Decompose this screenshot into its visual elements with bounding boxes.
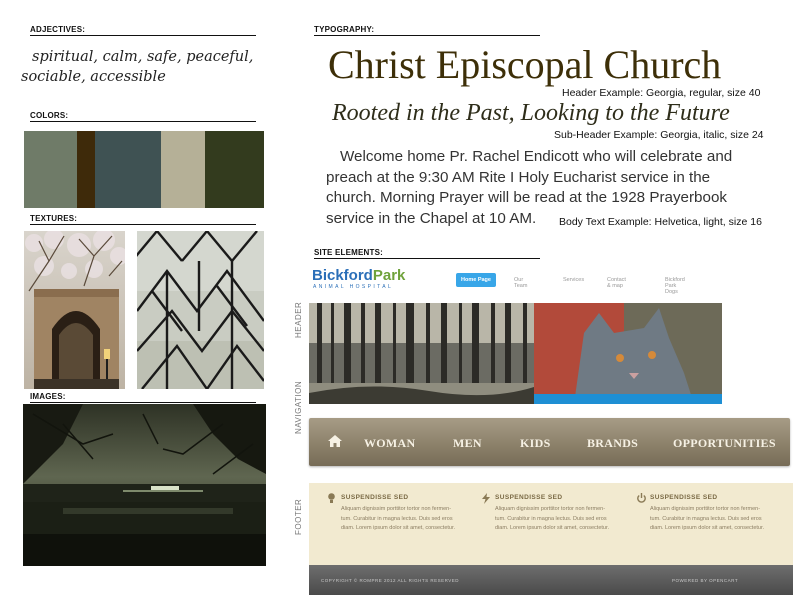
body-example-note: Body Text Example: Helvetica, light, siz… (559, 216, 762, 228)
footer-col-1-title: SUSPENDISSE SED (341, 494, 409, 501)
typography-label: TYPOGRAPHY: (314, 25, 375, 34)
side-label-navigation: NAVIGATION (294, 380, 303, 434)
power-icon (637, 493, 646, 503)
footer-col-3-line-3: diam. Lorem ipsum dolor sit amet, consec… (650, 525, 765, 531)
footer-col-2-line-2: tum. Curabitur in magna lectus. Duis sed… (495, 515, 607, 522)
footer-col-2-title: SUSPENDISSE SED (495, 494, 563, 501)
footer-example: SUSPENDISSE SED Aliquam dignissim portti… (309, 483, 793, 565)
logo-word-bickford: Bickford (312, 267, 373, 284)
color-swatch-stone (161, 131, 205, 208)
footer-col-3-title: SUSPENDISSE SED (650, 494, 718, 501)
nav-services[interactable]: Services (563, 277, 584, 283)
brand-navigation-bar: WOMAN MEN KIDS BRANDS OPPORTUNITIES (309, 418, 790, 466)
subheader-example-text: Rooted in the Past, Looking to the Futur… (332, 100, 730, 126)
body-example-line-2: preach at the 9:30 AM Rite I Holy Euchar… (326, 168, 711, 186)
footer-col-1-line-3: diam. Lorem ipsum dolor sit amet, consec… (341, 525, 456, 531)
footer-powered-by[interactable]: POWERED BY OPENCART (672, 578, 738, 583)
color-swatch-sage (24, 131, 77, 208)
header-cat-photo (534, 303, 722, 404)
images-rule (30, 402, 256, 403)
adjectives-line-1: spiritual, calm, safe, peaceful, (32, 49, 254, 65)
footer-col-2-text: Aliquam dignissim porttitor tortor non f… (495, 505, 610, 534)
nav-bickford-park-dogs[interactable]: Bickford Park Dogs (665, 277, 685, 295)
body-example-line-1: Welcome home Pr. Rachel Endicott who wil… (340, 148, 733, 165)
lightning-icon (482, 493, 490, 504)
footer-col-3-text: Aliquam dignissim porttitor tortor non f… (650, 505, 765, 534)
adjectives-line-2: sociable, accessible (21, 69, 166, 85)
colors-rule (30, 121, 256, 122)
nav-item-brands[interactable]: BRANDS (587, 436, 638, 451)
nav-contact-map[interactable]: Contact & map (607, 277, 626, 289)
footer-col-3-line-1: Aliquam dignissim porttitor tortor non f… (650, 506, 761, 512)
footer-copyright: COPYRIGHT © ROMPRE 2012 ALL RIGHTS RESER… (321, 578, 460, 583)
bickford-park-logo: BickfordPark (312, 267, 405, 284)
header-example-note: Header Example: Georgia, regular, size 4… (562, 87, 761, 99)
texture-leaded-glass-image (137, 231, 264, 389)
footer-col-2-line-3: diam. Lorem ipsum dolor sit amet, consec… (495, 525, 610, 531)
colors-label: COLORS: (30, 111, 69, 120)
adjectives-rule (30, 35, 256, 36)
body-example-line-4: service in the Chapel at 10 AM. (326, 209, 537, 227)
footer-col-1-line-1: Aliquam dignissim porttitor tortor non f… (341, 506, 452, 512)
images-label: IMAGES: (30, 392, 66, 401)
header-example-text: Christ Episcopal Church (328, 42, 722, 87)
body-example-line-3: church. Morning Prayer will be read at t… (326, 189, 727, 206)
textures-label: TEXTURES: (30, 214, 78, 223)
typography-rule (314, 35, 540, 36)
site-elements-label: SITE ELEMENTS: (314, 248, 384, 257)
logo-subtitle: ANIMAL HOSPITAL (313, 284, 394, 290)
logo-word-park: Park (372, 267, 406, 284)
nav-item-men[interactable]: MEN (453, 436, 482, 451)
images-night-river-photo (23, 404, 266, 566)
nav-item-kids[interactable]: KIDS (520, 436, 551, 451)
color-swatch-brown (77, 131, 95, 208)
side-label-header: HEADER (294, 301, 303, 338)
footer-copyright-bar: COPYRIGHT © ROMPRE 2012 ALL RIGHTS RESER… (309, 565, 793, 595)
subheader-example-note: Sub-Header Example: Georgia, italic, siz… (554, 129, 764, 141)
texture-stone-archway-image (24, 231, 125, 389)
nav-home-label: Home Page (461, 277, 491, 283)
side-label-footer: FOOTER (294, 498, 303, 535)
home-icon[interactable] (328, 435, 342, 447)
textures-rule (30, 224, 256, 225)
nav-item-opportunities[interactable]: OPPORTUNITIES (673, 436, 776, 451)
adjectives-label: ADJECTIVES: (30, 25, 86, 34)
color-swatch-olive (205, 131, 264, 208)
site-elements-rule (314, 258, 540, 259)
footer-col-2-line-1: Aliquam dignissim porttitor tortor non f… (495, 506, 606, 512)
nav-item-woman[interactable]: WOMAN (364, 436, 416, 451)
footer-col-1-text: Aliquam dignissim porttitor tortor non f… (341, 505, 456, 534)
footer-col-3-line-2: tum. Curabitur in magna lectus. Duis sed… (650, 515, 762, 522)
header-forest-photo (309, 303, 534, 404)
footer-col-1-line-2: tum. Curabitur in magna lectus. Duis sed… (341, 515, 453, 522)
lightbulb-icon (328, 493, 335, 503)
nav-our-team[interactable]: Our Team (514, 277, 527, 289)
color-swatch-slate (95, 131, 161, 208)
